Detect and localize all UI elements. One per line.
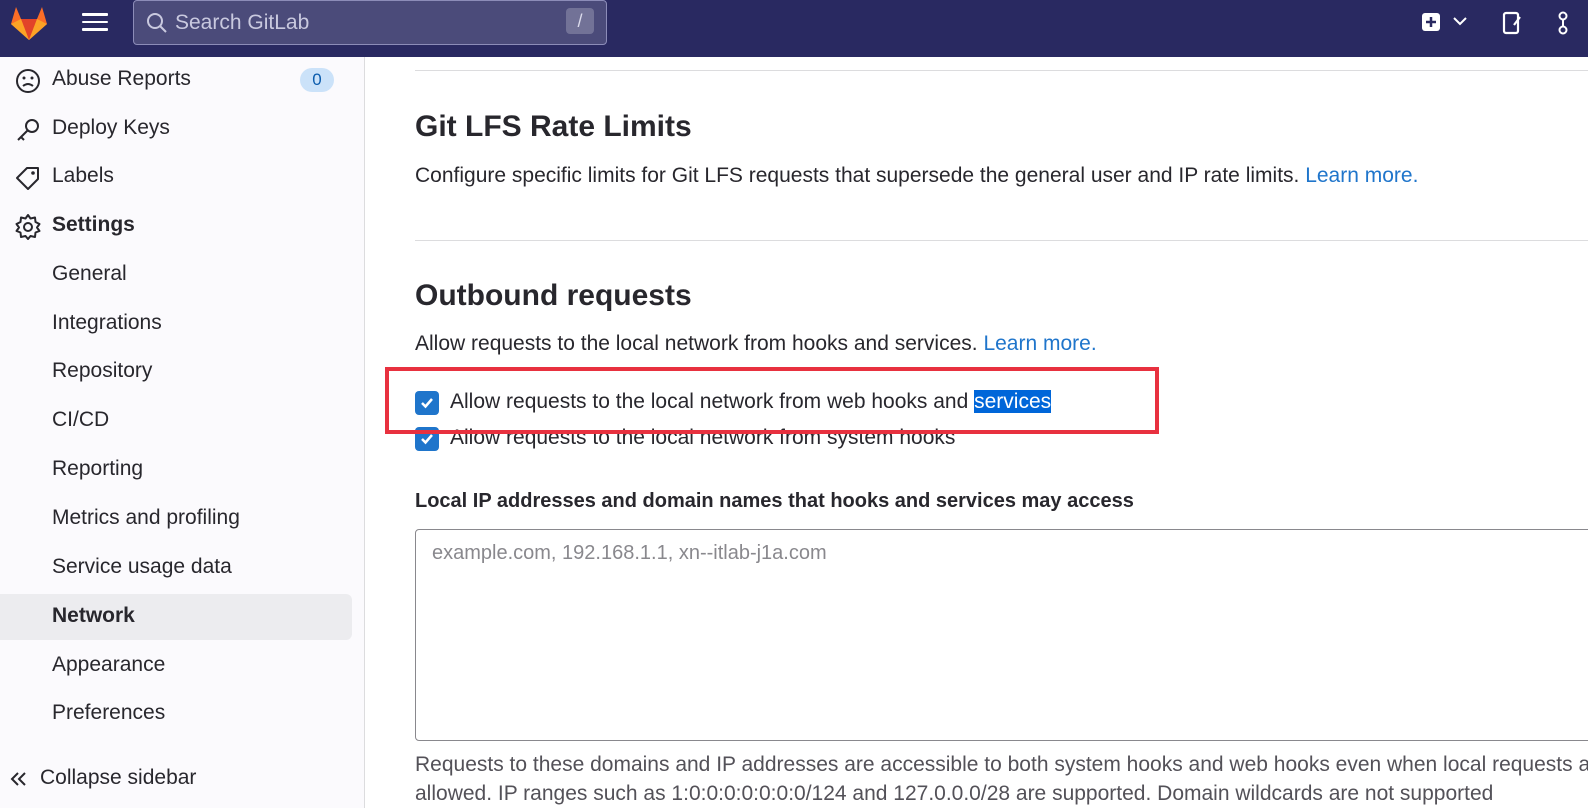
- create-new-icon[interactable]: [1421, 12, 1441, 32]
- sidebar-item-label: Labels: [52, 164, 114, 187]
- sidebar-item-label: Settings: [52, 213, 135, 236]
- sidebar-item-label: Repository: [52, 359, 153, 382]
- sidebar-item-label: CI/CD: [52, 408, 110, 431]
- merge-requests-icon[interactable]: [1502, 11, 1524, 35]
- sidebar-item-general[interactable]: General: [0, 252, 352, 298]
- sidebar-item-labels[interactable]: Labels: [0, 154, 352, 200]
- lfs-section-description: Configure specific limits for Git LFS re…: [415, 164, 1418, 188]
- sidebar-item-label: Deploy Keys: [52, 116, 170, 139]
- outbound-learn-more-link[interactable]: Learn more.: [983, 332, 1096, 355]
- sidebar-item-integrations[interactable]: Integrations: [0, 301, 352, 347]
- settings-icon: [15, 214, 41, 240]
- sidebar-item-preferences[interactable]: Preferences: [0, 691, 352, 737]
- outbound-description-text: Allow requests to the local network from…: [415, 332, 978, 355]
- top-bar: Search GitLab /: [0, 0, 1588, 57]
- search-shortcut-key: /: [566, 8, 594, 34]
- sidebar-item-label: Appearance: [52, 653, 166, 676]
- key-icon: [17, 119, 39, 141]
- sidebar-item-service-usage-data[interactable]: Service usage data: [0, 545, 352, 591]
- sidebar-item-label: Network: [52, 604, 135, 627]
- highlight-annotation-box: [385, 367, 1159, 434]
- label-icon: [16, 167, 39, 190]
- sidebar-item-reporting[interactable]: Reporting: [0, 447, 352, 493]
- sidebar-item-repository[interactable]: Repository: [0, 349, 352, 395]
- allowlist-placeholder: example.com, 192.168.1.1, xn--itlab-j1a.…: [432, 542, 827, 564]
- sidebar-item-label: Integrations: [52, 311, 162, 334]
- issues-icon[interactable]: [1556, 11, 1570, 35]
- search-placeholder: Search GitLab: [175, 11, 310, 34]
- hamburger-menu-icon[interactable]: [82, 13, 108, 33]
- sidebar-item-label: Reporting: [52, 457, 144, 480]
- chevron-down-icon[interactable]: [1452, 15, 1468, 27]
- allowlist-textarea[interactable]: example.com, 192.168.1.1, xn--itlab-j1a.…: [415, 529, 1588, 741]
- allowlist-field-label: Local IP addresses and domain names that…: [415, 490, 1134, 512]
- sidebar-item-appearance[interactable]: Appearance: [0, 643, 352, 689]
- lfs-description-text: Configure specific limits for Git LFS re…: [415, 164, 1300, 187]
- lfs-section-title: Git LFS Rate Limits: [415, 110, 692, 143]
- lfs-learn-more-link[interactable]: Learn more.: [1305, 164, 1418, 187]
- sidebar-item-label: General: [52, 262, 127, 285]
- sidebar-item-label: Preferences: [52, 701, 166, 724]
- sidebar-item-network[interactable]: Network: [0, 594, 352, 640]
- outbound-section-description: Allow requests to the local network from…: [415, 332, 1097, 356]
- sidebar-item-label: Service usage data: [52, 555, 232, 578]
- count-badge: 0: [300, 68, 334, 92]
- sidebar-item-settings[interactable]: Settings: [0, 203, 352, 249]
- gitlab-logo[interactable]: [8, 4, 50, 42]
- collapse-sidebar-label: Collapse sidebar: [40, 766, 197, 789]
- abuse-icon: [16, 69, 40, 93]
- sidebar: Abuse Reports 0 Deploy Keys Labels Setti…: [0, 57, 365, 808]
- outbound-section-title: Outbound requests: [415, 279, 692, 312]
- sidebar-item-abuse-reports[interactable]: Abuse Reports 0: [0, 57, 352, 103]
- double-chevron-left-icon: [10, 772, 26, 786]
- divider: [415, 240, 1588, 241]
- sidebar-item-label: Abuse Reports: [52, 67, 191, 90]
- sidebar-item-metrics-and-profiling[interactable]: Metrics and profiling: [0, 496, 352, 542]
- checkmark-icon: [421, 434, 433, 445]
- sidebar-item-ci-cd[interactable]: CI/CD: [0, 398, 352, 444]
- sidebar-item-deploy-keys[interactable]: Deploy Keys: [0, 106, 352, 152]
- search-icon: [147, 13, 167, 33]
- search-input[interactable]: Search GitLab /: [133, 0, 607, 45]
- sidebar-item-label: Metrics and profiling: [52, 506, 240, 529]
- allowlist-help-text: Requests to these domains and IP address…: [415, 753, 1588, 805]
- divider: [415, 70, 1588, 71]
